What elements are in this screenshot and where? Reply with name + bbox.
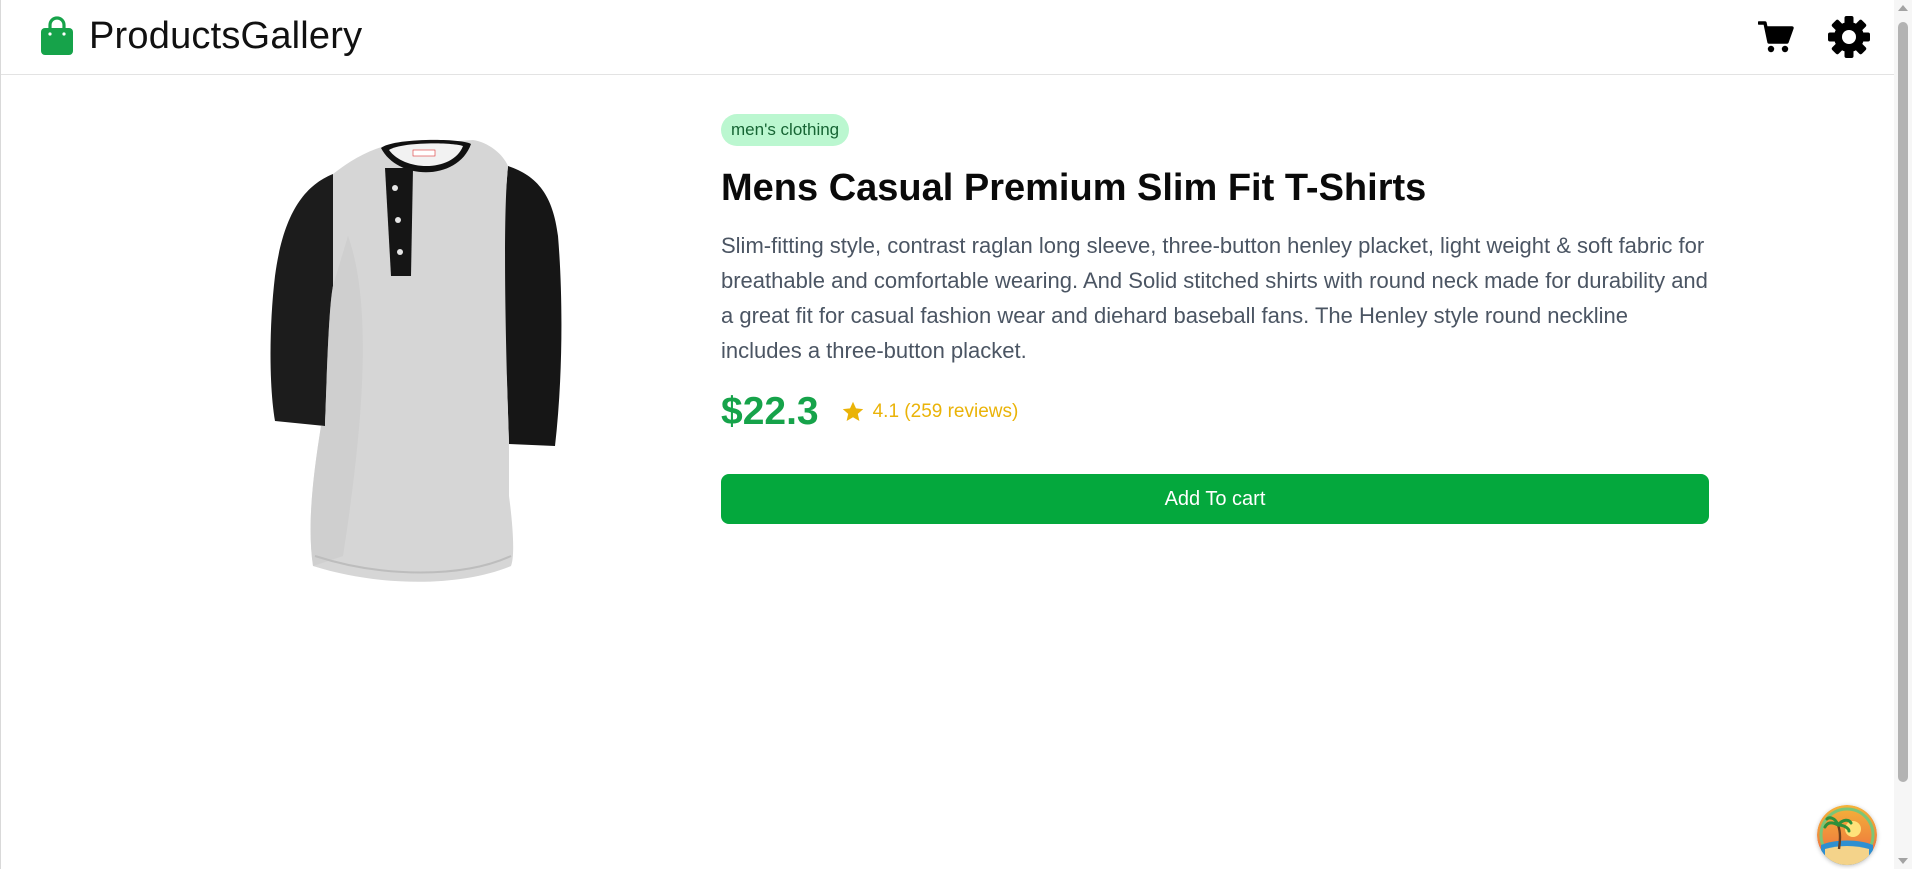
scrollbar-thumb[interactable] bbox=[1898, 22, 1908, 782]
shopping-bag-icon bbox=[41, 16, 73, 55]
rating-text: 4.1 (259 reviews) bbox=[872, 401, 1019, 422]
category-badge[interactable]: men's clothing bbox=[721, 114, 850, 146]
top-navbar: ProductsGallery bbox=[1, 0, 1895, 75]
floating-avatar-button[interactable] bbox=[1817, 805, 1877, 865]
price-row: $22.3 4.1 (259 reviews) bbox=[721, 390, 1709, 434]
top-actions bbox=[1745, 14, 1895, 60]
cart-button[interactable] bbox=[1755, 16, 1797, 58]
product-price: $22.3 bbox=[721, 390, 819, 433]
brand[interactable]: ProductsGallery bbox=[39, 10, 362, 62]
scroll-up-arrow-icon[interactable] bbox=[1898, 5, 1908, 11]
product-description: Slim-fitting style, contrast raglan long… bbox=[721, 233, 1708, 363]
product-details: men's clothing Mens Casual Premium Slim … bbox=[721, 114, 1709, 524]
product-rating: 4.1 (259 reviews) bbox=[841, 400, 1019, 424]
shopping-cart-icon bbox=[1758, 21, 1794, 53]
settings-button[interactable] bbox=[1826, 14, 1872, 60]
gear-icon bbox=[1828, 16, 1870, 58]
app-frame: ProductsGallery men's clothing Mens Casu… bbox=[0, 0, 1895, 869]
product-image bbox=[263, 126, 608, 586]
product-title: Mens Casual Premium Slim Fit T-Shirts bbox=[721, 167, 1427, 209]
scroll-down-arrow-icon[interactable] bbox=[1898, 858, 1908, 864]
palm-beach-avatar-icon bbox=[1817, 805, 1877, 865]
henley-shirt-image bbox=[270, 139, 562, 582]
add-to-cart-button[interactable]: Add To cart bbox=[721, 474, 1709, 524]
brand-name: ProductsGallery bbox=[89, 15, 363, 57]
vertical-scrollbar[interactable] bbox=[1894, 0, 1912, 869]
star-icon bbox=[842, 401, 863, 421]
